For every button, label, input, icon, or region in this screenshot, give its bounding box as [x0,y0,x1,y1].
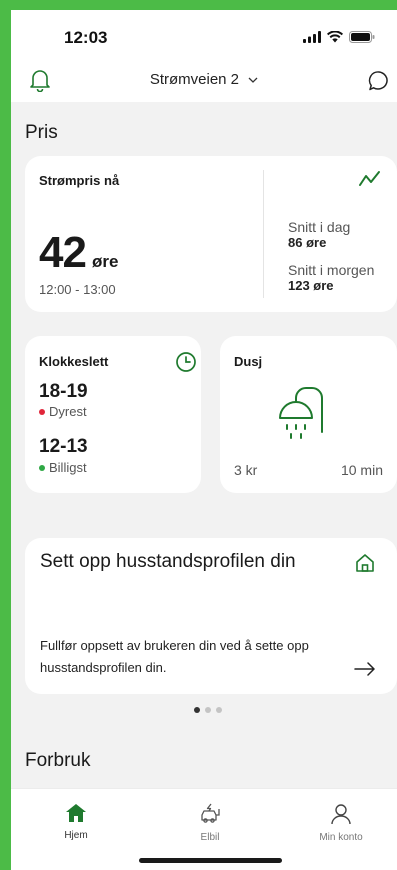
tab-elbil[interactable]: Elbil [160,803,260,843]
cheap-tag: Billigst [39,460,87,475]
red-dot [39,408,45,415]
pager-dot[interactable] [216,707,222,713]
status-time: 12:03 [64,28,108,47]
cheap-label: Billigst [49,460,87,475]
tab-account[interactable]: Min konto [291,803,391,843]
tab-home[interactable]: Hjem [26,803,126,841]
divider [263,170,264,298]
house-icon [356,554,374,572]
tab-elbil-label: Elbil [200,832,220,843]
car-charger-icon [201,803,220,823]
signal-icon [303,31,321,43]
home-indicator[interactable] [139,858,282,863]
section-title-consumption: Forbruk [25,750,91,771]
header: Strømveien 2 [11,66,397,96]
trend-up-icon [359,171,380,186]
shower-card[interactable]: Dusj 3 kr 10 min [220,336,397,493]
shower-cost: 3 kr [234,462,258,478]
clock-card[interactable]: Klokkeslett 18-19 Dyrest 12-13 Billigst [25,336,201,493]
status-icons [303,29,375,45]
section-title-price: Pris [25,122,58,143]
chevron-down-icon [248,77,258,83]
profile-card-text: Fullfør oppsett av brukeren din ved å se… [40,638,309,675]
carousel-pager [194,707,222,713]
shower-card-label: Dusj [234,354,263,369]
expensive-tag: Dyrest [39,404,87,419]
arrow-right-icon[interactable] [354,662,376,676]
shower-icon [279,387,323,439]
address-selector[interactable]: Strømveien 2 [11,71,397,88]
profile-card-title: Sett opp husstandsprofilen din [40,551,296,572]
top-bar: 12:03 Strømveien 2 [11,10,397,102]
avg-today-label: Snitt i dag [288,219,351,235]
address-label: Strømveien 2 [149,71,240,88]
price-now-label: Strømpris nå [39,173,120,188]
user-icon [331,804,351,825]
avg-today: Snitt i dag 86 øre [288,219,350,250]
avg-tomorrow-value: 123 øre [288,278,334,293]
clock-icon [176,352,196,372]
current-price: 42 øre [39,228,118,278]
price-time-range: 12:00 - 13:00 [39,282,116,297]
current-price-unit: øre [91,252,119,271]
chat-bubble-icon[interactable] [367,69,391,93]
battery-icon [349,31,375,43]
tab-home-label: Hjem [64,830,88,841]
home-icon [66,804,86,822]
expensive-label: Dyrest [49,404,87,419]
household-profile-card[interactable]: Sett opp husstandsprofilen din Fullfør o… [25,538,397,694]
avg-tomorrow-label: Snitt i morgen [288,262,375,278]
clock-card-label: Klokkeslett [39,354,109,369]
current-price-value: 42 [39,228,87,277]
cheap-time: 12-13 [39,436,88,457]
pager-dot[interactable] [205,707,211,713]
green-dot [39,464,45,471]
price-now-card[interactable]: Strømpris nå 42 øre 12:00 - 13:00 Snitt … [25,156,397,312]
app-screen: 12:03 Strømveien 2 Pris Strømpris nå 42 … [11,10,397,870]
avg-tomorrow: Snitt i morgen 123 øre [288,262,374,293]
pager-dot[interactable] [194,707,200,713]
avg-today-value: 86 øre [288,235,327,250]
tab-account-label: Min konto [319,832,363,843]
shower-duration: 10 min [340,462,383,478]
wifi-icon [327,31,343,43]
expensive-time: 18-19 [39,381,88,402]
